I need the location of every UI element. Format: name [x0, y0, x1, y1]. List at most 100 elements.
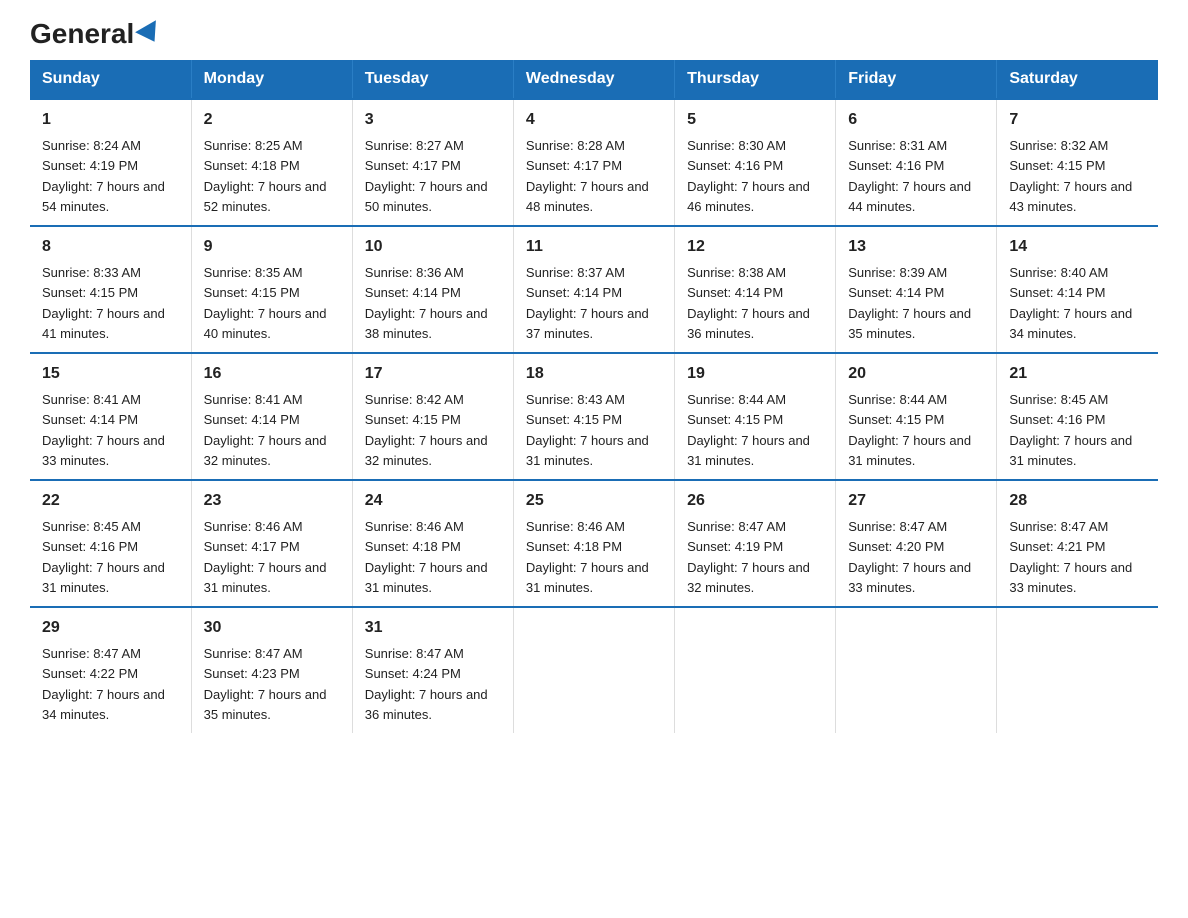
day-cell: 4 Sunrise: 8:28 AMSunset: 4:17 PMDayligh… [513, 99, 674, 226]
day-number: 13 [848, 235, 984, 259]
day-info: Sunrise: 8:47 AMSunset: 4:21 PMDaylight:… [1009, 519, 1132, 595]
day-cell: 30 Sunrise: 8:47 AMSunset: 4:23 PMDaylig… [191, 607, 352, 733]
day-cell: 26 Sunrise: 8:47 AMSunset: 4:19 PMDaylig… [675, 480, 836, 607]
day-info: Sunrise: 8:45 AMSunset: 4:16 PMDaylight:… [1009, 392, 1132, 468]
day-number: 24 [365, 489, 501, 513]
day-cell: 20 Sunrise: 8:44 AMSunset: 4:15 PMDaylig… [836, 353, 997, 480]
day-number: 26 [687, 489, 823, 513]
day-info: Sunrise: 8:24 AMSunset: 4:19 PMDaylight:… [42, 138, 165, 214]
week-row-3: 15 Sunrise: 8:41 AMSunset: 4:14 PMDaylig… [30, 353, 1158, 480]
day-number: 7 [1009, 108, 1146, 132]
day-info: Sunrise: 8:25 AMSunset: 4:18 PMDaylight:… [204, 138, 327, 214]
day-info: Sunrise: 8:47 AMSunset: 4:23 PMDaylight:… [204, 646, 327, 722]
week-row-2: 8 Sunrise: 8:33 AMSunset: 4:15 PMDayligh… [30, 226, 1158, 353]
day-cell: 24 Sunrise: 8:46 AMSunset: 4:18 PMDaylig… [352, 480, 513, 607]
day-info: Sunrise: 8:38 AMSunset: 4:14 PMDaylight:… [687, 265, 810, 341]
header-day-tuesday: Tuesday [352, 60, 513, 99]
day-number: 28 [1009, 489, 1146, 513]
day-cell: 10 Sunrise: 8:36 AMSunset: 4:14 PMDaylig… [352, 226, 513, 353]
day-info: Sunrise: 8:41 AMSunset: 4:14 PMDaylight:… [42, 392, 165, 468]
day-number: 16 [204, 362, 340, 386]
week-row-5: 29 Sunrise: 8:47 AMSunset: 4:22 PMDaylig… [30, 607, 1158, 733]
day-number: 11 [526, 235, 662, 259]
day-number: 20 [848, 362, 984, 386]
day-number: 23 [204, 489, 340, 513]
day-info: Sunrise: 8:40 AMSunset: 4:14 PMDaylight:… [1009, 265, 1132, 341]
calendar-header: SundayMondayTuesdayWednesdayThursdayFrid… [30, 60, 1158, 99]
day-cell: 14 Sunrise: 8:40 AMSunset: 4:14 PMDaylig… [997, 226, 1158, 353]
day-cell: 25 Sunrise: 8:46 AMSunset: 4:18 PMDaylig… [513, 480, 674, 607]
day-cell [836, 607, 997, 733]
day-cell: 23 Sunrise: 8:46 AMSunset: 4:17 PMDaylig… [191, 480, 352, 607]
day-cell: 22 Sunrise: 8:45 AMSunset: 4:16 PMDaylig… [30, 480, 191, 607]
day-number: 4 [526, 108, 662, 132]
day-number: 17 [365, 362, 501, 386]
day-cell: 11 Sunrise: 8:37 AMSunset: 4:14 PMDaylig… [513, 226, 674, 353]
day-number: 27 [848, 489, 984, 513]
day-info: Sunrise: 8:47 AMSunset: 4:22 PMDaylight:… [42, 646, 165, 722]
day-number: 30 [204, 616, 340, 640]
day-number: 14 [1009, 235, 1146, 259]
day-number: 29 [42, 616, 179, 640]
day-cell: 6 Sunrise: 8:31 AMSunset: 4:16 PMDayligh… [836, 99, 997, 226]
header-day-friday: Friday [836, 60, 997, 99]
day-cell [675, 607, 836, 733]
day-number: 19 [687, 362, 823, 386]
day-number: 21 [1009, 362, 1146, 386]
day-info: Sunrise: 8:39 AMSunset: 4:14 PMDaylight:… [848, 265, 971, 341]
day-info: Sunrise: 8:47 AMSunset: 4:24 PMDaylight:… [365, 646, 488, 722]
day-info: Sunrise: 8:30 AMSunset: 4:16 PMDaylight:… [687, 138, 810, 214]
day-info: Sunrise: 8:46 AMSunset: 4:17 PMDaylight:… [204, 519, 327, 595]
day-cell: 12 Sunrise: 8:38 AMSunset: 4:14 PMDaylig… [675, 226, 836, 353]
day-info: Sunrise: 8:43 AMSunset: 4:15 PMDaylight:… [526, 392, 649, 468]
day-cell: 16 Sunrise: 8:41 AMSunset: 4:14 PMDaylig… [191, 353, 352, 480]
week-row-4: 22 Sunrise: 8:45 AMSunset: 4:16 PMDaylig… [30, 480, 1158, 607]
day-cell: 7 Sunrise: 8:32 AMSunset: 4:15 PMDayligh… [997, 99, 1158, 226]
header-day-thursday: Thursday [675, 60, 836, 99]
day-info: Sunrise: 8:47 AMSunset: 4:20 PMDaylight:… [848, 519, 971, 595]
day-info: Sunrise: 8:32 AMSunset: 4:15 PMDaylight:… [1009, 138, 1132, 214]
day-cell: 2 Sunrise: 8:25 AMSunset: 4:18 PMDayligh… [191, 99, 352, 226]
day-info: Sunrise: 8:44 AMSunset: 4:15 PMDaylight:… [687, 392, 810, 468]
day-cell [997, 607, 1158, 733]
day-number: 9 [204, 235, 340, 259]
day-cell: 21 Sunrise: 8:45 AMSunset: 4:16 PMDaylig… [997, 353, 1158, 480]
day-info: Sunrise: 8:44 AMSunset: 4:15 PMDaylight:… [848, 392, 971, 468]
day-cell: 8 Sunrise: 8:33 AMSunset: 4:15 PMDayligh… [30, 226, 191, 353]
logo-general-text: General [30, 20, 162, 48]
day-cell: 28 Sunrise: 8:47 AMSunset: 4:21 PMDaylig… [997, 480, 1158, 607]
day-number: 31 [365, 616, 501, 640]
logo: General [30, 20, 162, 50]
day-number: 8 [42, 235, 179, 259]
day-number: 15 [42, 362, 179, 386]
day-cell: 31 Sunrise: 8:47 AMSunset: 4:24 PMDaylig… [352, 607, 513, 733]
day-number: 12 [687, 235, 823, 259]
day-header-row: SundayMondayTuesdayWednesdayThursdayFrid… [30, 60, 1158, 99]
day-cell: 15 Sunrise: 8:41 AMSunset: 4:14 PMDaylig… [30, 353, 191, 480]
header-day-saturday: Saturday [997, 60, 1158, 99]
header-day-sunday: Sunday [30, 60, 191, 99]
day-cell [513, 607, 674, 733]
day-number: 22 [42, 489, 179, 513]
day-cell: 3 Sunrise: 8:27 AMSunset: 4:17 PMDayligh… [352, 99, 513, 226]
day-info: Sunrise: 8:33 AMSunset: 4:15 PMDaylight:… [42, 265, 165, 341]
day-info: Sunrise: 8:37 AMSunset: 4:14 PMDaylight:… [526, 265, 649, 341]
calendar-body: 1 Sunrise: 8:24 AMSunset: 4:19 PMDayligh… [30, 99, 1158, 733]
header-day-wednesday: Wednesday [513, 60, 674, 99]
day-number: 25 [526, 489, 662, 513]
logo-triangle-icon [135, 20, 165, 48]
day-info: Sunrise: 8:45 AMSunset: 4:16 PMDaylight:… [42, 519, 165, 595]
day-info: Sunrise: 8:27 AMSunset: 4:17 PMDaylight:… [365, 138, 488, 214]
day-number: 5 [687, 108, 823, 132]
day-number: 1 [42, 108, 179, 132]
day-cell: 5 Sunrise: 8:30 AMSunset: 4:16 PMDayligh… [675, 99, 836, 226]
day-number: 10 [365, 235, 501, 259]
day-cell: 9 Sunrise: 8:35 AMSunset: 4:15 PMDayligh… [191, 226, 352, 353]
day-info: Sunrise: 8:35 AMSunset: 4:15 PMDaylight:… [204, 265, 327, 341]
day-number: 18 [526, 362, 662, 386]
day-cell: 17 Sunrise: 8:42 AMSunset: 4:15 PMDaylig… [352, 353, 513, 480]
day-cell: 18 Sunrise: 8:43 AMSunset: 4:15 PMDaylig… [513, 353, 674, 480]
day-info: Sunrise: 8:41 AMSunset: 4:14 PMDaylight:… [204, 392, 327, 468]
day-info: Sunrise: 8:46 AMSunset: 4:18 PMDaylight:… [526, 519, 649, 595]
day-cell: 13 Sunrise: 8:39 AMSunset: 4:14 PMDaylig… [836, 226, 997, 353]
